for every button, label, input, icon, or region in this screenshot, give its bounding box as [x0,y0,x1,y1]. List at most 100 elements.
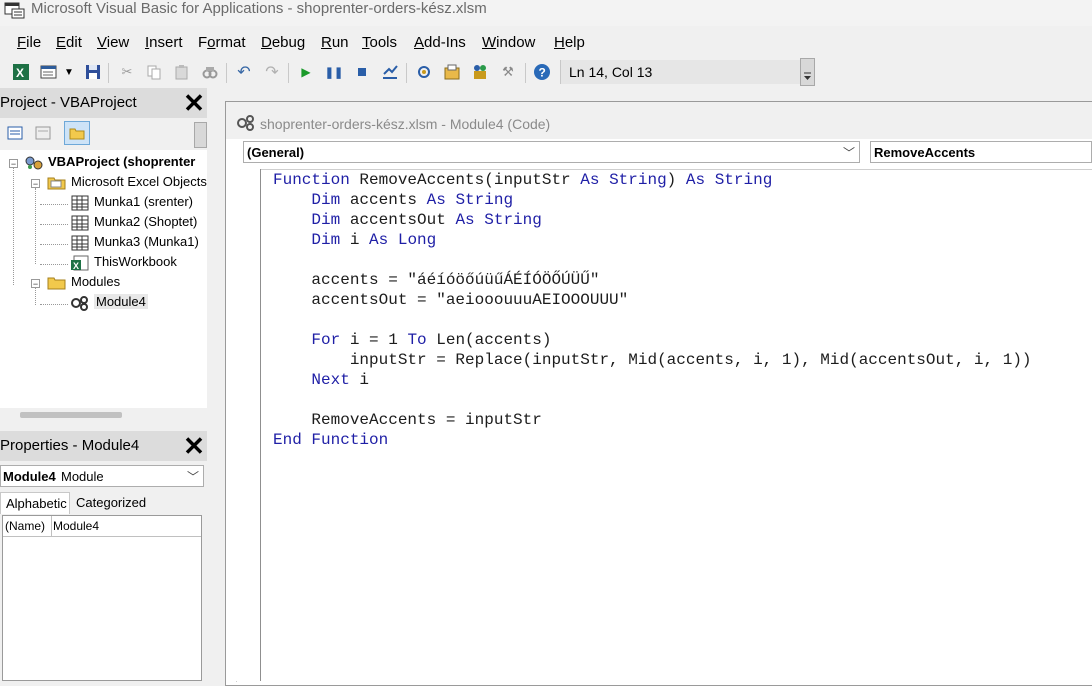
chevron-down-icon [804,72,811,80]
close-icon[interactable]: ✕ [181,90,207,116]
code-line[interactable]: accentsOut = "aeiooouuuAEIOOOUUU" [273,290,628,310]
copy-icon[interactable] [145,63,163,81]
toggle-folders-icon[interactable] [64,121,90,145]
properties-object-select[interactable]: Module4 Module ﹀ [0,465,204,487]
menu-accelerator: V [97,34,107,51]
run-icon[interactable]: ▶ [297,63,315,81]
undo-icon[interactable]: ↶ [235,63,253,81]
tree-expander-excel-objects[interactable]: − [31,179,40,189]
properties-panel-header: Properties - Module4 ✕ [0,431,207,461]
menu-accelerator: D [261,34,272,51]
properties-icon[interactable] [443,63,461,81]
toolbox-icon[interactable]: ⚒ [499,63,517,81]
module-icon [71,295,88,311]
tree-item-sheet[interactable]: Munka2 (Shoptet) [70,214,197,231]
chevron-down-icon: ﹀ [842,146,855,160]
vbaproject-icon [25,156,43,170]
code-line[interactable]: Function RemoveAccents(inputStr As Strin… [273,170,772,190]
object-dropdown[interactable]: (General) ﹀ [243,141,860,163]
code-keyword: As [685,171,706,189]
workbook-icon: X [71,255,89,271]
vba-app-icon [4,2,25,19]
excel-view-icon[interactable]: X [12,63,30,81]
code-keyword: As [580,171,600,189]
tree-expander-modules[interactable]: − [31,279,40,289]
code-line[interactable]: Dim accents As String [273,190,513,210]
view-object-icon[interactable] [34,124,52,142]
menu-format[interactable]: Format [198,34,246,52]
tree-item-vbaproject[interactable]: VBAProject (shoprenter [24,154,195,171]
tree-item-thisworkbook[interactable]: X ThisWorkbook [70,254,177,271]
find-icon[interactable] [201,63,219,81]
tree-item-module4[interactable]: Module4 [70,294,148,311]
menu-insert[interactable]: Insert [145,34,183,52]
menu-add-ins[interactable]: Add-Ins [414,34,466,52]
project-toolbar-options[interactable] [194,122,207,148]
code-keyword: To [407,331,427,349]
code-line[interactable]: inputStr = Replace(inputStr, Mid(accents… [273,350,1032,370]
tree-item-sheet[interactable]: Munka3 (Munka1) [70,234,199,251]
code-line[interactable]: Next i [273,370,369,390]
code-line[interactable]: Dim accentsOut As String [273,210,542,230]
menu-edit[interactable]: Edit [56,34,82,52]
code-line[interactable]: RemoveAccents = inputStr [273,410,541,430]
code-keyword: Next [311,371,350,389]
menu-view[interactable]: View [97,34,129,52]
paste-icon[interactable] [173,63,191,81]
code-line[interactable]: For i = 1 To Len(accents) [273,330,551,350]
procedure-dropdown[interactable]: RemoveAccents [870,141,1092,163]
code-keyword: For [311,331,341,349]
reset-icon[interactable] [353,63,371,81]
tree-connector [35,288,36,305]
close-icon[interactable]: ✕ [181,433,207,459]
chevron-down-icon: ﹀ [186,470,199,484]
code-window-titlebar: shoprenter-orders-kész.xlsm - Module4 (C… [226,102,1092,139]
code-line[interactable]: accents = "áéíóöőúüűÁÉÍÓÖŐÚÜŰ" [273,270,599,290]
panel-splitter[interactable] [207,88,225,681]
save-icon[interactable] [84,63,102,81]
menu-run[interactable]: Run [321,34,349,52]
tree-item-sheet[interactable]: Munka1 (srenter) [70,194,193,211]
code-keyword: As [426,191,446,209]
menu-help[interactable]: Help [554,34,585,52]
project-tree: − VBAProject (shoprenter − Microsoft Exc… [0,150,207,408]
tree-expander-root[interactable]: − [9,159,18,169]
code-keyword: Function [273,171,350,189]
code-keyword: Long [397,231,437,249]
tree-item-excel-objects[interactable]: Microsoft Excel Objects [47,174,207,191]
menu-accelerator: W [482,34,497,51]
insert-module-icon[interactable] [40,63,58,81]
design-mode-icon[interactable] [381,63,399,81]
project-tree-scrollbar[interactable] [0,408,207,424]
code-margin-indicator-bar[interactable] [236,169,261,681]
help-icon[interactable]: ? [533,63,551,81]
property-value[interactable]: Module4 [53,519,99,533]
view-code-icon[interactable] [6,124,24,142]
tree-item-modules-folder[interactable]: Modules [47,274,120,291]
object-browser-icon[interactable] [471,63,489,81]
code-keyword: Dim [311,191,341,209]
cut-icon[interactable]: ✂ [118,63,136,81]
scrollbar-thumb[interactable] [20,412,122,418]
menu-window[interactable]: Window [482,34,535,52]
svg-text:X: X [16,66,24,80]
toolbar-options-button[interactable] [800,58,815,86]
menu-bar: File Edit View Insert Format Debug Run Tools Add… [0,26,1092,58]
menu-file[interactable]: File [17,34,41,52]
menu-tools[interactable]: Tools [362,34,397,52]
menu-debug[interactable]: Debug [261,34,305,52]
tab-alphabetic[interactable]: Alphabetic [0,492,70,514]
tab-categorized[interactable]: Categorized [71,492,151,514]
svg-text:?: ? [539,66,546,80]
menu-accelerator: T [362,34,370,51]
code-keyword: String [484,211,542,229]
project-panel-toolbar [0,118,207,150]
code-line[interactable]: Dim i As Long [273,230,436,250]
tree-connector [40,264,68,265]
chevron-down-icon[interactable]: ▼ [62,63,76,81]
project-explorer-icon[interactable] [415,63,433,81]
toolbar-separator [108,63,109,83]
redo-icon[interactable]: ↷ [263,63,281,81]
break-icon[interactable]: ❚❚ [325,63,343,81]
code-line[interactable]: End Function [273,430,388,450]
